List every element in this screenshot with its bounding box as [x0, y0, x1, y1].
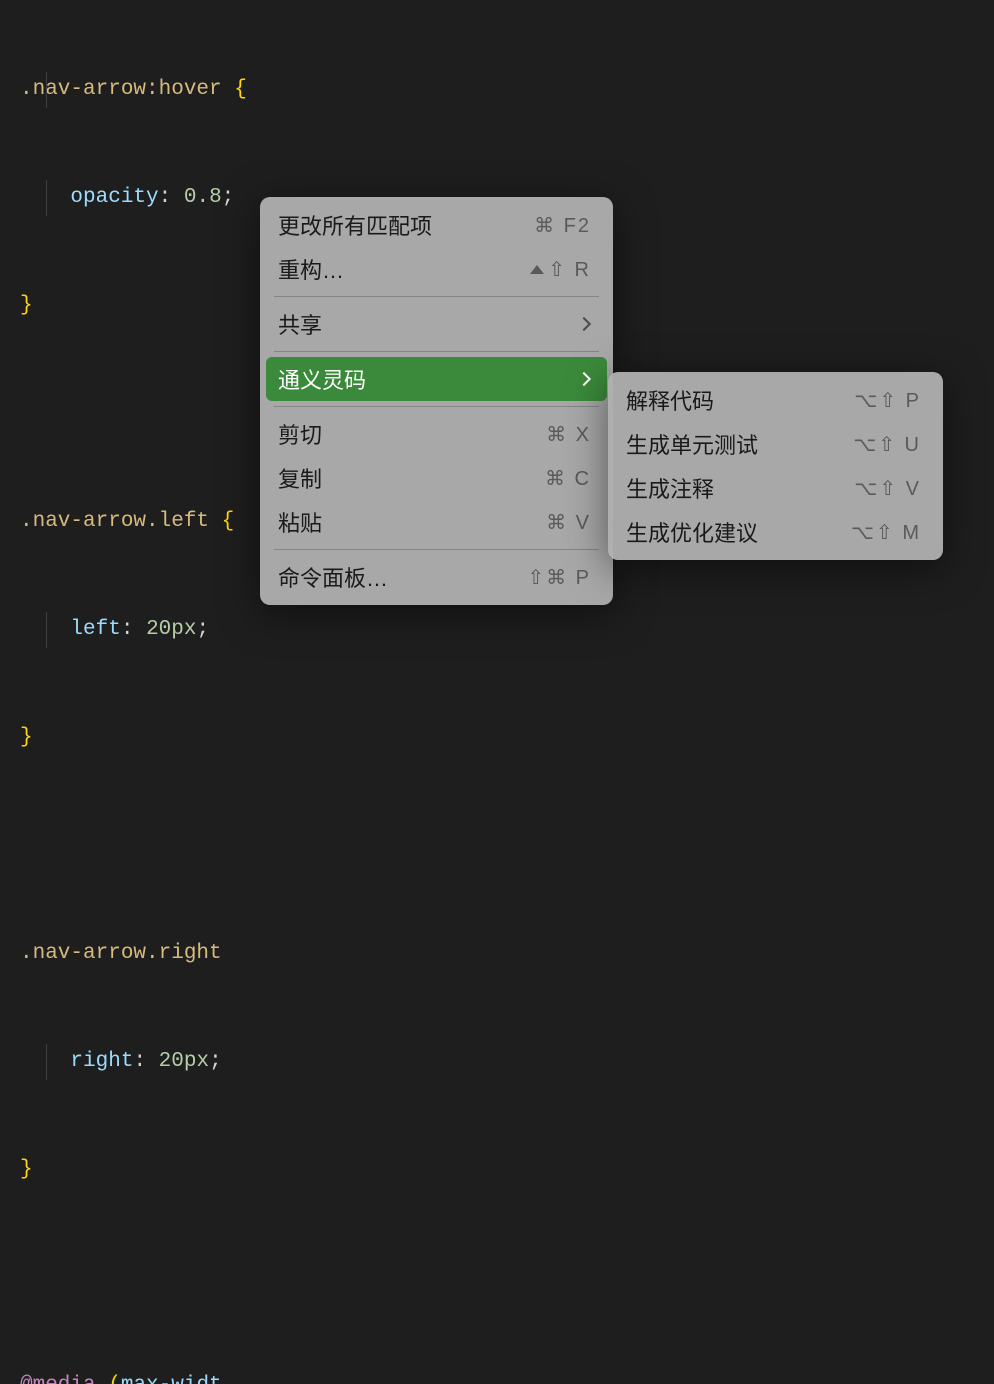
- menu-label: 剪切: [278, 418, 322, 450]
- menu-item-explain-code[interactable]: 解释代码 ⌥⇧ P: [608, 378, 943, 422]
- menu-label: 解释代码: [626, 384, 714, 416]
- code-selector: .nav-arrow:hover: [20, 78, 222, 101]
- menu-shortcut: ⌥⇧ U: [853, 432, 921, 457]
- menu-item-gen-optimize[interactable]: 生成优化建议 ⌥⇧ M: [608, 510, 943, 554]
- menu-label: 重构…: [278, 253, 344, 285]
- menu-separator: [274, 406, 599, 407]
- caret-up-icon: [530, 265, 544, 274]
- code-media-prop: max-widt: [121, 1374, 222, 1384]
- menu-shortcut: ⌥⇧ V: [854, 476, 921, 501]
- menu-item-copy[interactable]: 复制 ⌘ C: [260, 456, 613, 500]
- menu-shortcut: ⌘ V: [546, 510, 591, 535]
- menu-item-paste[interactable]: 粘贴 ⌘ V: [260, 500, 613, 544]
- menu-separator: [274, 549, 599, 550]
- code-value: 20px: [159, 1050, 209, 1073]
- menu-label: 复制: [278, 462, 322, 494]
- menu-shortcut: ⌥⇧ P: [854, 388, 921, 413]
- menu-label: 通义灵码: [278, 363, 366, 395]
- menu-separator: [274, 351, 599, 352]
- menu-shortcut: ⌘ C: [545, 466, 591, 491]
- menu-separator: [274, 296, 599, 297]
- menu-label: 命令面板…: [278, 561, 388, 593]
- chevron-right-icon: [577, 317, 591, 331]
- menu-shortcut: ⌥⇧ M: [851, 520, 921, 545]
- menu-item-share[interactable]: 共享: [260, 302, 613, 346]
- chevron-right-icon: [577, 372, 591, 386]
- code-media: @media: [20, 1374, 96, 1384]
- code-selector: .nav-arrow.right: [20, 942, 222, 965]
- menu-label: 共享: [278, 308, 322, 340]
- code-prop: left: [70, 618, 120, 641]
- code-prop: opacity: [70, 186, 158, 209]
- menu-item-command-palette[interactable]: 命令面板… ⇧⌘ P: [260, 555, 613, 599]
- menu-shortcut: ⇧⌘ P: [527, 565, 591, 590]
- menu-item-gen-comment[interactable]: 生成注释 ⌥⇧ V: [608, 466, 943, 510]
- menu-label: 生成优化建议: [626, 516, 758, 548]
- menu-shortcut: ⌘ X: [546, 422, 591, 447]
- menu-label: 粘贴: [278, 506, 322, 538]
- code-selector: .nav-arrow.left: [20, 510, 209, 533]
- context-menu: 更改所有匹配项 ⌘ F2 重构… ⇧ R 共享 通义灵码 剪切 ⌘ X 复制 ⌘…: [260, 197, 613, 605]
- menu-item-tongyi[interactable]: 通义灵码: [266, 357, 607, 401]
- menu-item-change-all[interactable]: 更改所有匹配项 ⌘ F2: [260, 203, 613, 247]
- menu-item-refactor[interactable]: 重构… ⇧ R: [260, 247, 613, 291]
- menu-label: 更改所有匹配项: [278, 209, 432, 241]
- menu-shortcut: ⌘ F2: [534, 213, 591, 238]
- menu-item-gen-unit-test[interactable]: 生成单元测试 ⌥⇧ U: [608, 422, 943, 466]
- code-value: 0.8: [184, 186, 222, 209]
- context-submenu: 解释代码 ⌥⇧ P 生成单元测试 ⌥⇧ U 生成注释 ⌥⇧ V 生成优化建议 ⌥…: [608, 372, 943, 560]
- menu-label: 生成单元测试: [626, 428, 758, 460]
- code-value: 20px: [146, 618, 196, 641]
- menu-item-cut[interactable]: 剪切 ⌘ X: [260, 412, 613, 456]
- menu-shortcut: ⇧ R: [530, 257, 591, 282]
- menu-label: 生成注释: [626, 472, 714, 504]
- code-prop: right: [70, 1050, 133, 1073]
- code-paren: (: [108, 1374, 121, 1384]
